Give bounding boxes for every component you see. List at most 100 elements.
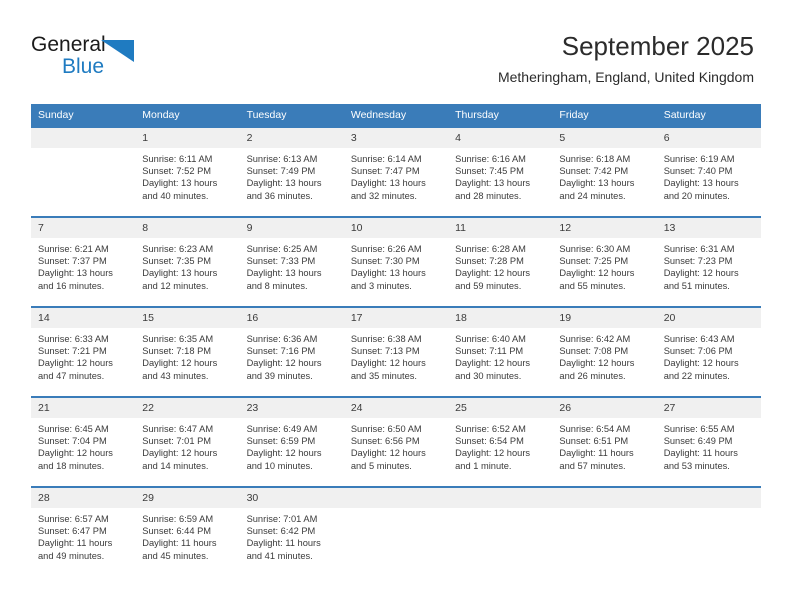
day-cell[interactable]: 2 Sunrise: 6:13 AM Sunset: 7:49 PM Dayli…: [239, 126, 344, 217]
sunrise-text: Sunrise: 6:33 AM: [38, 334, 109, 344]
daylight-text-line1: Daylight: 13 hours: [455, 178, 531, 189]
daylight-text-line1: Daylight: 12 hours: [559, 268, 635, 279]
day-cell[interactable]: 20 Sunrise: 6:43 AM Sunset: 7:06 PM Dayl…: [656, 306, 761, 397]
daylight-text-line2: and 3 minutes.: [350, 280, 412, 291]
daylight-text-line1: Daylight: 13 hours: [246, 268, 322, 279]
day-cell: [448, 486, 553, 576]
day-details: Sunrise: 6:59 AM Sunset: 6:44 PM Dayligh…: [135, 508, 239, 562]
day-cell[interactable]: 27 Sunrise: 6:55 AM Sunset: 6:49 PM Dayl…: [656, 396, 761, 487]
day-cell[interactable]: 18 Sunrise: 6:40 AM Sunset: 7:11 PM Dayl…: [448, 306, 553, 397]
day-cell[interactable]: 3 Sunrise: 6:14 AM Sunset: 7:47 PM Dayli…: [343, 126, 449, 217]
sunset-text: Sunset: 6:56 PM: [350, 436, 420, 447]
day-number: [31, 128, 136, 148]
day-number: 21: [31, 398, 136, 418]
sunrise-text: Sunrise: 6:43 AM: [663, 334, 735, 344]
day-cell[interactable]: 16 Sunrise: 6:36 AM Sunset: 7:16 PM Dayl…: [239, 306, 344, 397]
day-cell[interactable]: 4 Sunrise: 6:16 AM Sunset: 7:45 PM Dayli…: [448, 126, 553, 217]
day-cell[interactable]: 12 Sunrise: 6:30 AM Sunset: 7:25 PM Dayl…: [552, 216, 657, 307]
day-details: Sunrise: 6:23 AM Sunset: 7:35 PM Dayligh…: [135, 238, 239, 292]
daylight-text-line2: and 41 minutes.: [246, 550, 313, 561]
day-cell[interactable]: 25 Sunrise: 6:52 AM Sunset: 6:54 PM Dayl…: [448, 396, 553, 487]
day-cell[interactable]: 28 Sunrise: 6:57 AM Sunset: 6:47 PM Dayl…: [31, 486, 136, 576]
week-row: 14 Sunrise: 6:33 AM Sunset: 7:21 PM Dayl…: [31, 306, 761, 397]
day-details: Sunrise: 6:21 AM Sunset: 7:37 PM Dayligh…: [31, 238, 135, 292]
sunset-text: Sunset: 6:47 PM: [38, 526, 107, 537]
general-blue-logo[interactable]: General Blue: [31, 33, 231, 83]
day-cell[interactable]: 7 Sunrise: 6:21 AM Sunset: 7:37 PM Dayli…: [31, 216, 136, 307]
sunset-text: Sunset: 7:28 PM: [455, 256, 524, 267]
day-cell[interactable]: 1 Sunrise: 6:11 AM Sunset: 7:52 PM Dayli…: [135, 126, 240, 217]
day-number: 13: [656, 218, 761, 238]
sunset-text: Sunset: 6:49 PM: [663, 436, 733, 447]
sunrise-text: Sunrise: 6:49 AM: [246, 424, 318, 434]
sunrise-text: Sunrise: 7:01 AM: [246, 514, 318, 524]
daylight-text-line1: Daylight: 11 hours: [663, 448, 738, 459]
sunset-text: Sunset: 7:42 PM: [559, 166, 629, 177]
sunrise-text: Sunrise: 6:16 AM: [455, 154, 526, 164]
day-number: 7: [31, 218, 136, 238]
sunset-text: Sunset: 7:49 PM: [246, 166, 316, 177]
day-cell[interactable]: 26 Sunrise: 6:54 AM Sunset: 6:51 PM Dayl…: [552, 396, 657, 487]
day-details: Sunrise: 6:54 AM Sunset: 6:51 PM Dayligh…: [552, 418, 656, 472]
day-number: 4: [448, 128, 553, 148]
daylight-text-line2: and 43 minutes.: [142, 370, 209, 381]
day-cell[interactable]: 13 Sunrise: 6:31 AM Sunset: 7:23 PM Dayl…: [656, 216, 761, 307]
daylight-text-line2: and 14 minutes.: [142, 460, 209, 471]
weekday-header-friday: Friday: [552, 104, 657, 127]
weekday-header-sunday: Sunday: [31, 104, 136, 127]
day-cell[interactable]: 15 Sunrise: 6:35 AM Sunset: 7:18 PM Dayl…: [135, 306, 240, 397]
day-cell[interactable]: 22 Sunrise: 6:47 AM Sunset: 7:01 PM Dayl…: [135, 396, 240, 487]
daylight-text-line1: Daylight: 12 hours: [246, 358, 322, 369]
calendar-header-row: Sunday Monday Tuesday Wednesday Thursday…: [31, 104, 761, 127]
daylight-text-line1: Daylight: 12 hours: [350, 358, 426, 369]
daylight-text-line2: and 40 minutes.: [142, 190, 209, 201]
daylight-text-line1: Daylight: 13 hours: [350, 268, 426, 279]
day-cell[interactable]: 6 Sunrise: 6:19 AM Sunset: 7:40 PM Dayli…: [656, 126, 761, 217]
day-cell[interactable]: 23 Sunrise: 6:49 AM Sunset: 6:59 PM Dayl…: [239, 396, 344, 487]
daylight-text-line2: and 55 minutes.: [559, 280, 626, 291]
day-cell[interactable]: 21 Sunrise: 6:45 AM Sunset: 7:04 PM Dayl…: [31, 396, 136, 487]
weekday-header-wednesday: Wednesday: [343, 104, 449, 127]
daylight-text-line2: and 47 minutes.: [38, 370, 105, 381]
day-details: Sunrise: 6:25 AM Sunset: 7:33 PM Dayligh…: [240, 238, 344, 292]
day-number: [656, 488, 761, 508]
day-cell[interactable]: 5 Sunrise: 6:18 AM Sunset: 7:42 PM Dayli…: [552, 126, 657, 217]
sunset-text: Sunset: 7:47 PM: [350, 166, 420, 177]
sunset-text: Sunset: 6:51 PM: [559, 436, 629, 447]
day-details: Sunrise: 6:19 AM Sunset: 7:40 PM Dayligh…: [657, 148, 761, 202]
daylight-text-line2: and 24 minutes.: [559, 190, 626, 201]
day-cell[interactable]: 9 Sunrise: 6:25 AM Sunset: 7:33 PM Dayli…: [239, 216, 344, 307]
sunrise-text: Sunrise: 6:30 AM: [559, 244, 631, 254]
sunset-text: Sunset: 7:04 PM: [38, 436, 107, 447]
daylight-text-line2: and 28 minutes.: [455, 190, 522, 201]
day-number: 28: [31, 488, 136, 508]
day-cell[interactable]: 30 Sunrise: 7:01 AM Sunset: 6:42 PM Dayl…: [239, 486, 344, 576]
week-row: 7 Sunrise: 6:21 AM Sunset: 7:37 PM Dayli…: [31, 216, 761, 307]
page-header: General Blue September 2025 Metheringham…: [0, 0, 792, 100]
brand-name-blue: Blue: [62, 55, 105, 78]
day-cell[interactable]: 29 Sunrise: 6:59 AM Sunset: 6:44 PM Dayl…: [135, 486, 240, 576]
daylight-text-line1: Daylight: 11 hours: [246, 538, 321, 549]
sunset-text: Sunset: 7:06 PM: [663, 346, 733, 357]
day-cell[interactable]: 19 Sunrise: 6:42 AM Sunset: 7:08 PM Dayl…: [552, 306, 657, 397]
day-cell[interactable]: 10 Sunrise: 6:26 AM Sunset: 7:30 PM Dayl…: [343, 216, 449, 307]
daylight-text-line2: and 51 minutes.: [663, 280, 730, 291]
sunset-text: Sunset: 7:40 PM: [663, 166, 733, 177]
day-details: Sunrise: 6:50 AM Sunset: 6:56 PM Dayligh…: [344, 418, 448, 472]
day-details: Sunrise: 6:35 AM Sunset: 7:18 PM Dayligh…: [135, 328, 239, 382]
day-cell[interactable]: 24 Sunrise: 6:50 AM Sunset: 6:56 PM Dayl…: [343, 396, 449, 487]
day-cell[interactable]: 11 Sunrise: 6:28 AM Sunset: 7:28 PM Dayl…: [448, 216, 553, 307]
day-details: Sunrise: 6:16 AM Sunset: 7:45 PM Dayligh…: [448, 148, 552, 202]
triangle-logo-icon: [101, 40, 134, 62]
day-number: 11: [448, 218, 553, 238]
day-cell[interactable]: 8 Sunrise: 6:23 AM Sunset: 7:35 PM Dayli…: [135, 216, 240, 307]
sunrise-text: Sunrise: 6:28 AM: [455, 244, 526, 254]
daylight-text-line2: and 57 minutes.: [559, 460, 626, 471]
day-details: Sunrise: 6:55 AM Sunset: 6:49 PM Dayligh…: [657, 418, 761, 472]
day-cell[interactable]: 14 Sunrise: 6:33 AM Sunset: 7:21 PM Dayl…: [31, 306, 136, 397]
day-cell[interactable]: 17 Sunrise: 6:38 AM Sunset: 7:13 PM Dayl…: [343, 306, 449, 397]
title-block: September 2025 Metheringham, England, Un…: [498, 30, 754, 86]
sunrise-text: Sunrise: 6:47 AM: [142, 424, 214, 434]
day-details: Sunrise: 6:47 AM Sunset: 7:01 PM Dayligh…: [135, 418, 239, 472]
page-title: September 2025: [561, 31, 754, 61]
